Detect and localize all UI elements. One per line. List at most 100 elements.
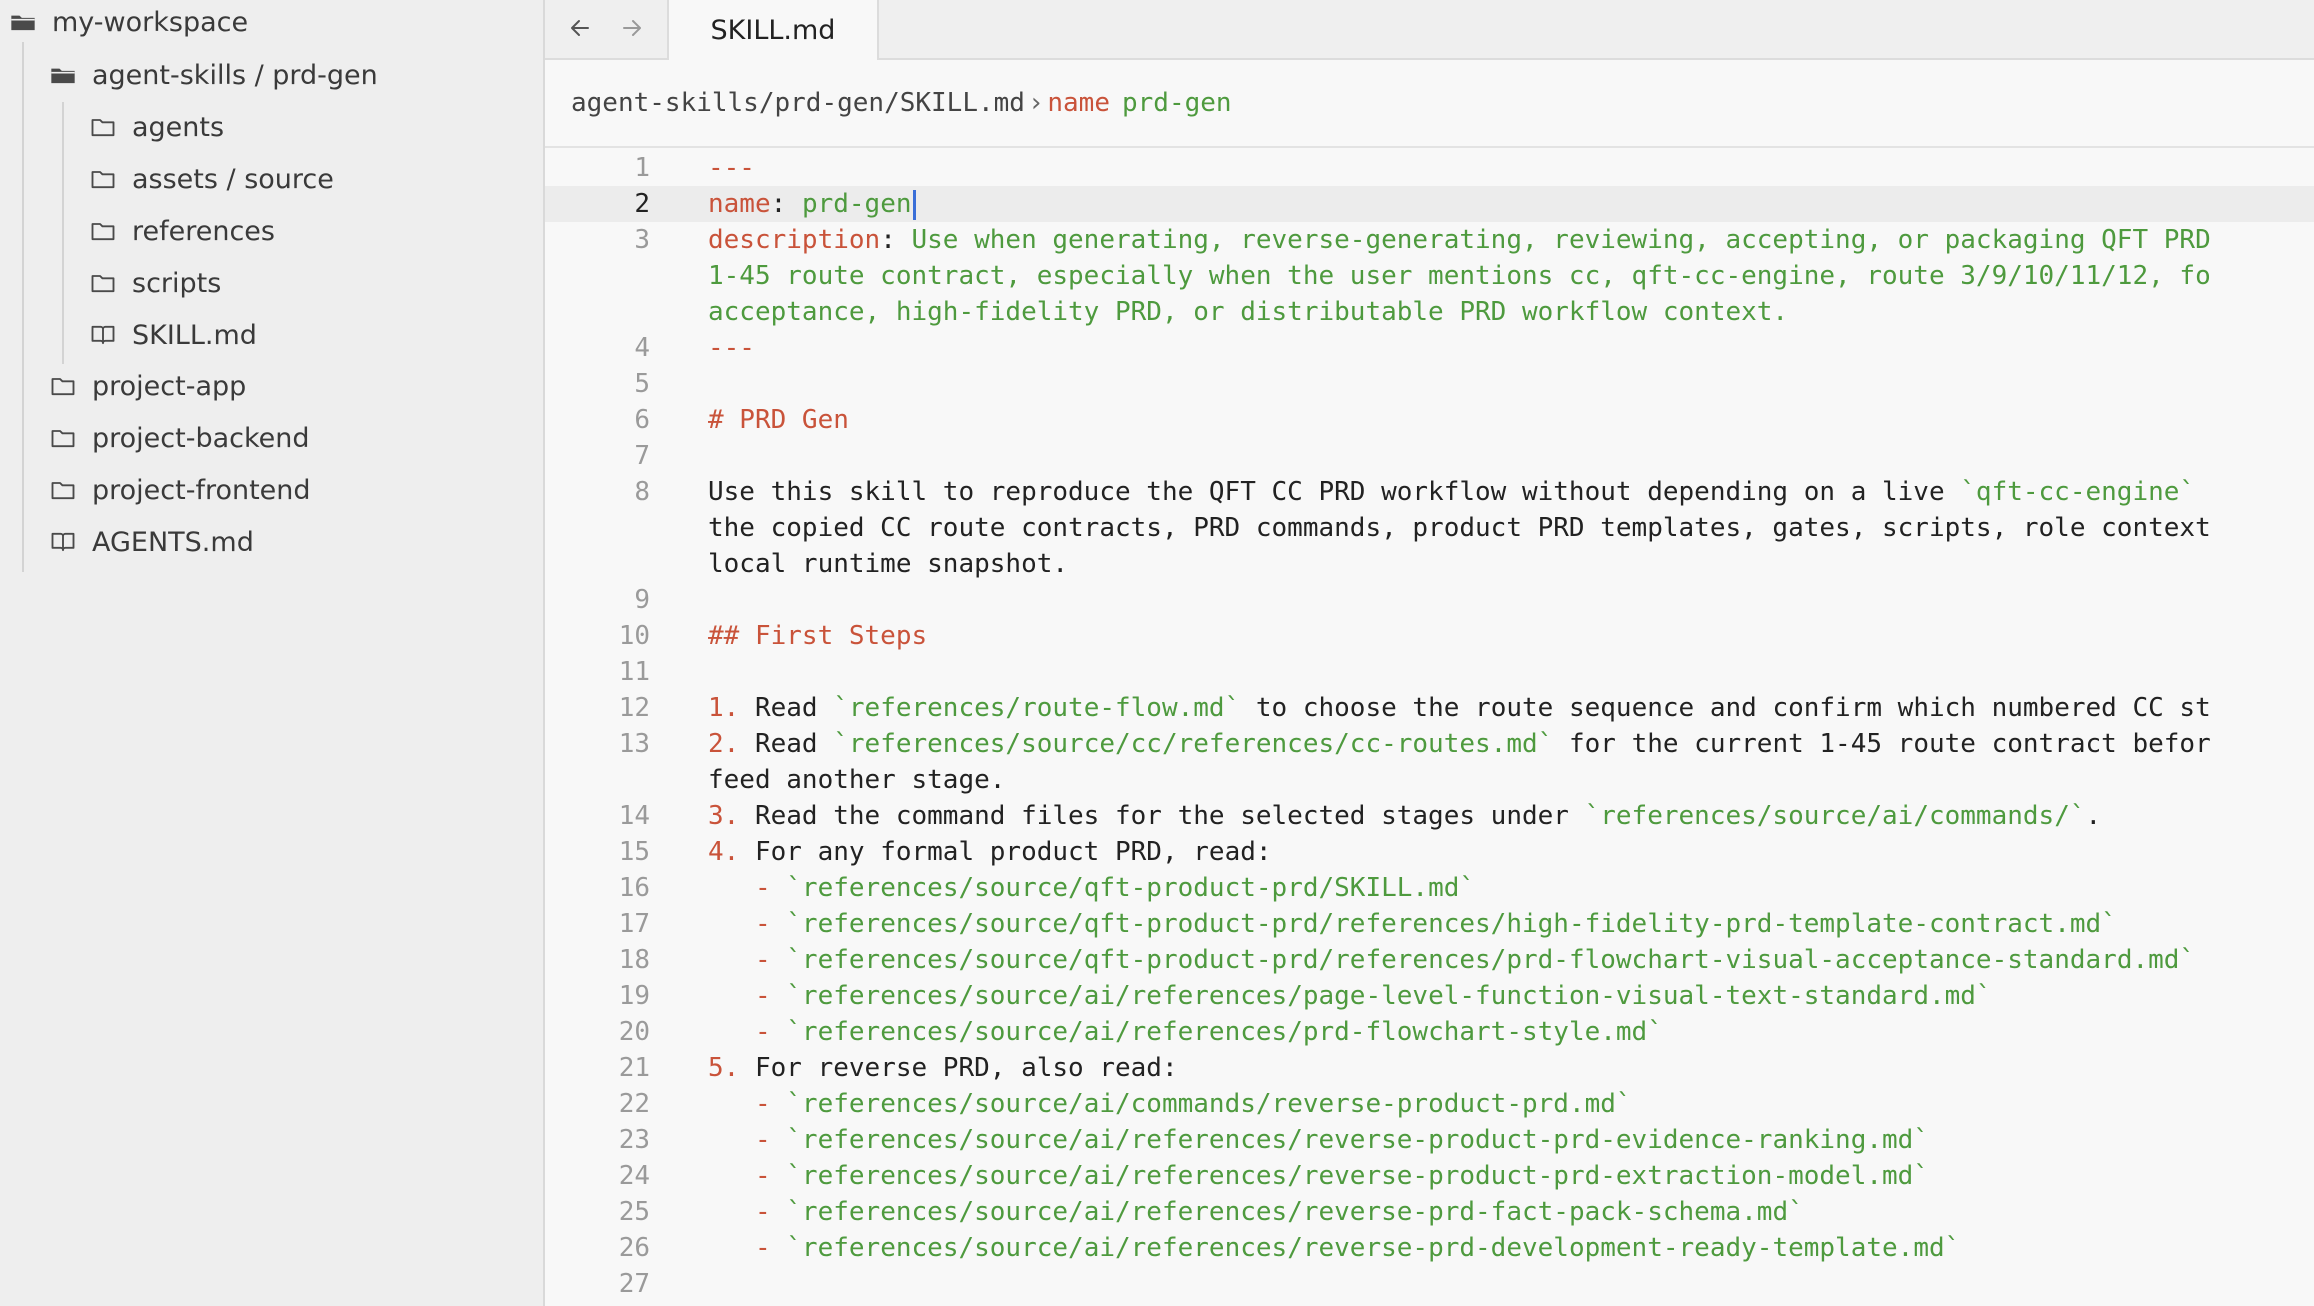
editor-line: 20 - `references/source/ai/references/pr…	[545, 1014, 2314, 1050]
editor-line: 21 5. For reverse PRD, also read:	[545, 1050, 2314, 1086]
code-text: ---	[708, 333, 755, 363]
line-number: 18	[618, 945, 650, 975]
editor-line: 24 - `references/source/ai/references/re…	[545, 1158, 2314, 1194]
arrow-left-icon	[568, 16, 592, 44]
tree-item-label: my-workspace	[52, 6, 249, 38]
tree-item-label: scripts	[132, 267, 222, 299]
forward-button[interactable]	[612, 10, 652, 50]
code-text: - `references/source/ai/references/rever…	[708, 1233, 1961, 1263]
tree-item-assets-source[interactable]: assets / source	[88, 154, 334, 204]
editor-line: 3 description: Use when generating, reve…	[545, 222, 2314, 258]
tree-item-agents[interactable]: agents	[88, 102, 224, 152]
tree-item-references[interactable]: references	[88, 206, 275, 256]
line-number: 8	[634, 477, 650, 507]
editor-line: 17 - `references/source/qft-product-prd/…	[545, 906, 2314, 942]
book-icon	[48, 527, 78, 557]
tree-item-skill-md[interactable]: SKILL.md	[88, 310, 257, 360]
editor-line-wrap: 1-45 route contract, especially when the…	[545, 258, 2314, 294]
editor-line: 6 # PRD Gen	[545, 402, 2314, 438]
arrow-right-icon	[620, 16, 644, 44]
code-text: 2. Read `references/source/cc/references…	[708, 729, 2211, 759]
line-number: 14	[618, 801, 650, 831]
code-text: - `references/source/ai/references/page-…	[708, 981, 1992, 1011]
tab-skill-md[interactable]: SKILL.md	[667, 0, 879, 62]
code-text: - `references/source/ai/commands/reverse…	[708, 1089, 1632, 1119]
tree-item-project-frontend[interactable]: project-frontend	[48, 465, 311, 515]
code-text: ---	[708, 153, 755, 183]
tree-item-skill-folder[interactable]: agent-skills / prd-gen	[48, 50, 378, 100]
editor-line: 10 ## First Steps	[545, 618, 2314, 654]
code-text: the copied CC route contracts, PRD comma…	[708, 513, 2211, 543]
tab-label: SKILL.md	[710, 14, 836, 46]
code-text: - `references/source/ai/references/rever…	[708, 1125, 1929, 1155]
book-icon	[88, 320, 118, 350]
tree-item-agents-md[interactable]: AGENTS.md	[48, 517, 254, 567]
line-number: 3	[634, 225, 650, 255]
line-number: 20	[618, 1017, 650, 1047]
folder-icon	[48, 371, 78, 401]
tree-item-label: SKILL.md	[132, 319, 257, 351]
editor-line: 12 1. Read `references/route-flow.md` to…	[545, 690, 2314, 726]
tree-item-label: project-frontend	[92, 474, 311, 506]
text-caret	[912, 189, 916, 220]
code-text: - `references/source/ai/references/prd-f…	[708, 1017, 1663, 1047]
line-number: 11	[618, 657, 650, 687]
tree-item-project-app[interactable]: project-app	[48, 361, 246, 411]
folder-open-icon	[48, 60, 78, 90]
code-text: 5. For reverse PRD, also read:	[708, 1053, 1178, 1083]
tree-item-project-backend[interactable]: project-backend	[48, 413, 310, 463]
folder-icon	[88, 164, 118, 194]
editor-line: 9	[545, 582, 2314, 618]
breadcrumb-symbol-key[interactable]: name	[1047, 88, 1110, 118]
line-number: 24	[618, 1161, 650, 1191]
code-text: local runtime snapshot.	[708, 549, 1069, 579]
breadcrumb-path[interactable]: agent-skills/prd-gen/SKILL.md	[571, 88, 1025, 118]
line-number: 19	[618, 981, 650, 1011]
line-number: 22	[618, 1089, 650, 1119]
line-number: 13	[618, 729, 650, 759]
editor-line: 15 4. For any formal product PRD, read:	[545, 834, 2314, 870]
code-text: description: Use when generating, revers…	[708, 225, 2211, 255]
code-text: # PRD Gen	[708, 405, 849, 435]
editor-line-active: 2 name: prd-gen	[545, 186, 2314, 222]
back-button[interactable]	[560, 10, 600, 50]
code-text: name: prd-gen	[708, 186, 916, 222]
editor-line: 22 - `references/source/ai/commands/reve…	[545, 1086, 2314, 1122]
tab-bar: SKILL.md	[545, 0, 2314, 62]
editor-line: 13 2. Read `references/source/cc/referen…	[545, 726, 2314, 762]
file-explorer-sidebar: my-workspace agent-skills / prd-gen agen…	[0, 0, 545, 1306]
code-editor[interactable]: 1 --- 2 name: prd-gen 3 description: Use…	[545, 148, 2314, 1306]
folder-open-icon	[8, 7, 38, 37]
editor-line: 8 Use this skill to reproduce the QFT CC…	[545, 474, 2314, 510]
tree-indent-guide	[62, 102, 64, 364]
editor-line: 11	[545, 654, 2314, 690]
code-text: Use this skill to reproduce the QFT CC P…	[708, 477, 2196, 507]
tree-item-my-workspace[interactable]: my-workspace	[8, 0, 248, 47]
line-number: 25	[618, 1197, 650, 1227]
folder-icon	[48, 423, 78, 453]
editor-line: 23 - `references/source/ai/references/re…	[545, 1122, 2314, 1158]
code-text: ## First Steps	[708, 621, 928, 651]
tree-item-label: assets / source	[132, 163, 334, 195]
line-number: 5	[634, 369, 650, 399]
code-text: 1-45 route contract, especially when the…	[708, 261, 2211, 291]
code-text: - `references/source/qft-product-prd/SKI…	[708, 873, 1476, 903]
line-number: 2	[634, 189, 650, 219]
line-number: 15	[618, 837, 650, 867]
tree-item-label: project-backend	[92, 422, 310, 454]
folder-icon	[88, 268, 118, 298]
tree-item-scripts[interactable]: scripts	[88, 258, 221, 308]
line-number: 26	[618, 1233, 650, 1263]
code-text: 4. For any formal product PRD, read:	[708, 837, 1272, 867]
code-text: - `references/source/qft-product-prd/ref…	[708, 945, 2196, 975]
tree-item-label: agents	[132, 111, 225, 143]
line-number: 1	[634, 153, 650, 183]
editor-line-wrap: feed another stage.	[545, 762, 2314, 798]
line-number: 4	[634, 333, 650, 363]
breadcrumb-symbol-value[interactable]: prd-gen	[1122, 88, 1232, 118]
editor-line: 27	[545, 1266, 2314, 1302]
line-number: 9	[634, 585, 650, 615]
editor-line: 7	[545, 438, 2314, 474]
line-number: 16	[618, 873, 650, 903]
editor-line: 16 - `references/source/qft-product-prd/…	[545, 870, 2314, 906]
